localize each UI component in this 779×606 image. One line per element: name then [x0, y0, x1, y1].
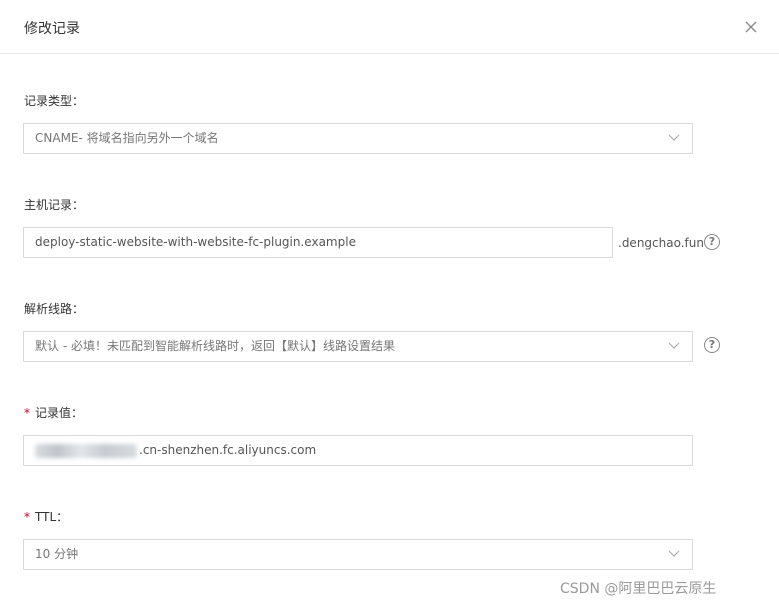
- dialog-title: 修改记录: [24, 21, 80, 37]
- resolve-line-label: 解析线路：: [24, 302, 85, 316]
- ttl-select[interactable]: 10 分钟: [23, 539, 693, 570]
- required-mark: *: [24, 406, 30, 420]
- domain-suffix: .dengchao.fun: [618, 236, 704, 250]
- resolve-line-select[interactable]: 默认 - 必填！未匹配到智能解析线路时，返回【默认】线路设置结果: [23, 331, 693, 362]
- chevron-down-icon: [668, 342, 680, 350]
- close-icon[interactable]: [740, 16, 762, 38]
- record-value-label: * 记录值：: [24, 404, 83, 421]
- record-value-label-text: 记录值：: [35, 406, 84, 420]
- dialog-header: 修改记录: [0, 0, 779, 54]
- record-type-label: 记录类型：: [24, 94, 85, 108]
- redacted-text: [35, 443, 137, 458]
- chevron-down-icon: [668, 134, 680, 142]
- host-record-label: 主机记录：: [24, 198, 85, 212]
- ttl-label-text: TTL：: [35, 510, 69, 524]
- help-circle-icon[interactable]: ?: [704, 234, 720, 250]
- host-record-value: deploy-static-website-with-website-fc-pl…: [35, 235, 356, 249]
- ttl-label: * TTL：: [24, 508, 68, 525]
- required-mark: *: [24, 510, 30, 524]
- record-type-select[interactable]: CNAME- 将域名指向另外一个域名: [23, 123, 693, 154]
- resolve-line-value: 默认 - 必填！未匹配到智能解析线路时，返回【默认】线路设置结果: [35, 339, 395, 353]
- help-circle-icon[interactable]: ?: [704, 337, 720, 353]
- watermark: CSDN @阿里巴巴云原生: [560, 581, 717, 597]
- chevron-down-icon: [668, 550, 680, 558]
- record-value-input[interactable]: .cn-shenzhen.fc.aliyuncs.com: [23, 435, 693, 466]
- host-record-input[interactable]: deploy-static-website-with-website-fc-pl…: [23, 227, 613, 258]
- ttl-value: 10 分钟: [35, 547, 79, 561]
- record-value-text: .cn-shenzhen.fc.aliyuncs.com: [139, 443, 317, 457]
- record-type-value: CNAME- 将域名指向另外一个域名: [35, 131, 219, 145]
